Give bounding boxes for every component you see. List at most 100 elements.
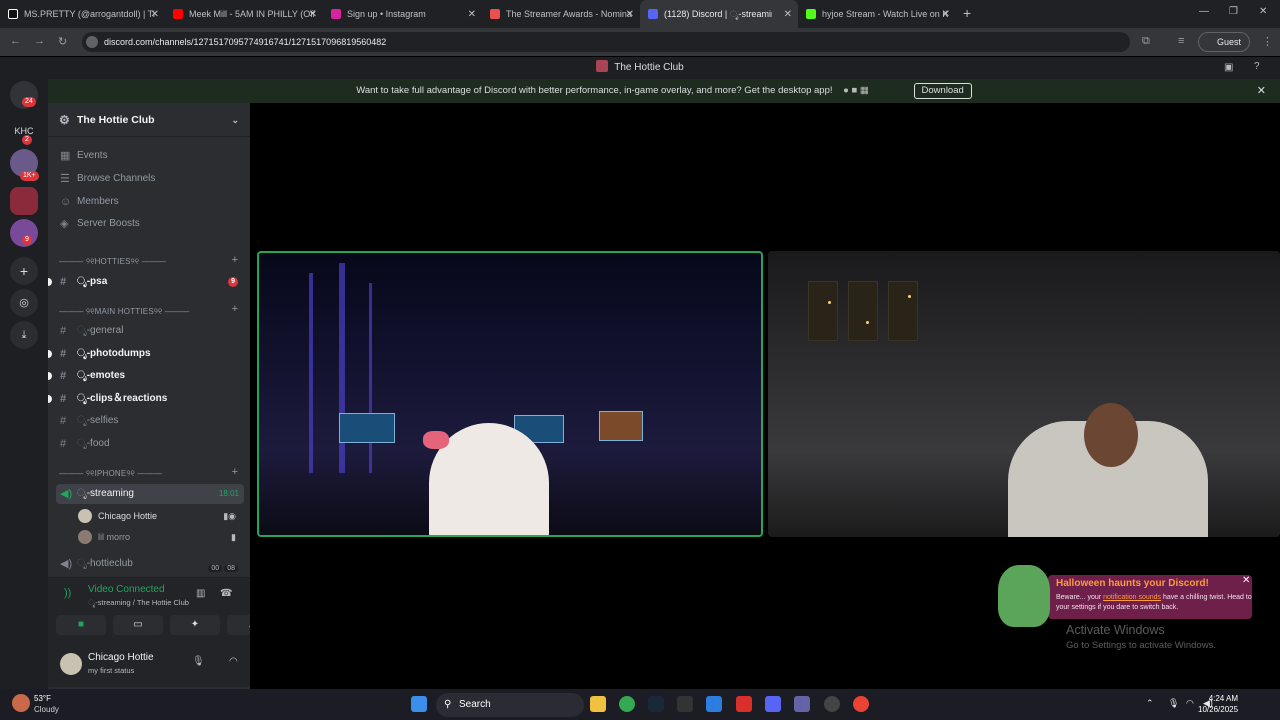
reload-icon[interactable]: ↻ — [58, 35, 67, 48]
add-channel-icon[interactable]: + — [232, 254, 238, 266]
screen-share-button[interactable]: ▭ — [113, 615, 163, 635]
taskbar-search[interactable]: ⚲ Search — [436, 693, 584, 717]
monitor — [339, 413, 395, 443]
browser-tab-active[interactable]: (1128) Discord | ೃ-streamin ✕ — [640, 0, 798, 28]
voice-user[interactable]: lil morro ▮ — [78, 528, 238, 546]
teams-icon[interactable] — [794, 696, 810, 712]
add-channel-icon[interactable]: + — [232, 466, 238, 478]
browser-tab[interactable]: Sign up • Instagram ✕ — [323, 0, 482, 28]
channel-general[interactable]: #ೃ-general — [56, 321, 244, 341]
minimize-icon[interactable]: — — [1199, 6, 1209, 17]
disconnect-icon[interactable]: ☎ — [220, 588, 232, 599]
voice-user[interactable]: Chicago Hottie ▮◉ — [78, 507, 238, 525]
avatar — [60, 653, 82, 675]
wifi-icon[interactable]: ◠ — [1186, 698, 1194, 709]
start-icon[interactable] — [411, 696, 427, 712]
channel-photodumps[interactable]: #ೃ-photodumps — [56, 344, 244, 364]
site-info-icon[interactable] — [86, 36, 98, 48]
discover-icon[interactable]: ◎ — [10, 289, 38, 317]
server-header[interactable]: ⚙ The Hottie Club ⌄ — [48, 103, 250, 137]
restore-icon[interactable]: ❐ — [1229, 6, 1238, 17]
channel-food[interactable]: #ೃ-food — [56, 434, 244, 454]
notification-sounds-link[interactable]: notification sounds — [1103, 594, 1161, 601]
app-icon[interactable] — [736, 696, 752, 712]
browser-tab[interactable]: hyjoe Stream - Watch Live on K ✕ — [798, 0, 956, 28]
close-tab-icon[interactable]: ✕ — [626, 9, 634, 20]
browser-tab[interactable]: Meek Mill - 5AM IN PHILLY (Offi ✕ — [165, 0, 323, 28]
menu-members[interactable]: ☺ Members — [56, 192, 244, 212]
close-tab-icon[interactable]: ✕ — [151, 9, 159, 20]
category-iphone[interactable]: ——— ୨୧IPHONE୨୧ ——— — [59, 469, 162, 479]
url-field[interactable]: discord.com/channels/1271517095774916741… — [82, 32, 1130, 52]
discord-taskbar-icon[interactable] — [765, 696, 781, 712]
category-hotties[interactable]: ——— ୨୧HOTTIES୨୧ ——— — [59, 257, 166, 267]
steam-icon[interactable] — [648, 696, 664, 712]
forward-icon[interactable]: → — [34, 35, 45, 47]
close-tab-icon[interactable]: ✕ — [309, 9, 317, 20]
camera-button[interactable]: ■ — [56, 615, 106, 635]
channel-emotes[interactable]: #ೃ-emotes — [56, 366, 244, 386]
weather-widget[interactable]: 53°F Cloudy — [12, 692, 92, 718]
voice-status[interactable]: Video Connected — [88, 584, 165, 595]
file-explorer-icon[interactable] — [590, 696, 606, 712]
person-in-hoodie — [1008, 403, 1208, 537]
channel-selfies[interactable]: #ೃ-selfies — [56, 411, 244, 431]
close-banner-icon[interactable]: ✕ — [1257, 79, 1266, 103]
channel-psa[interactable]: #ೃ-psa 9 — [56, 272, 244, 292]
boost-icon: ◈ — [60, 218, 69, 230]
server-icon-hottie-club[interactable] — [10, 187, 38, 215]
category-main-hotties[interactable]: ——— ୨୧MAIN HOTTIES୨୧ ——— — [59, 307, 189, 317]
browser-menu-icon[interactable]: ⋮ — [1262, 35, 1273, 48]
desktop-app-banner: Want to take full advantage of Discord w… — [48, 79, 1280, 103]
voice-channel-hottieclub[interactable]: ◀)ೃ-hottieclub 00 08 — [56, 554, 244, 574]
add-server-icon[interactable]: + — [10, 257, 38, 285]
download-button[interactable]: Download — [913, 83, 972, 99]
hash-icon: # — [60, 438, 67, 450]
tray-chevron-icon[interactable]: ⌃ — [1146, 698, 1154, 709]
taskbar: 53°F Cloudy ⚲ Search ⌃ 🎙 ◠ ◀) 4:24 AM 10… — [0, 689, 1280, 720]
chrome-active-icon[interactable] — [853, 696, 869, 712]
profile-guest-button[interactable]: Guest — [1198, 32, 1250, 52]
media-icon[interactable]: ≡ — [1178, 35, 1184, 47]
add-channel-icon[interactable]: + — [232, 303, 238, 315]
channel-clips-reactions[interactable]: #ೃ-clips＆reactions — [56, 389, 244, 409]
mic-tray-icon[interactable]: 🎙 — [1168, 698, 1179, 709]
menu-browse-channels[interactable]: ☰ Browse Channels — [56, 169, 244, 189]
epic-games-icon[interactable] — [677, 696, 693, 712]
monitor — [599, 411, 643, 441]
headphones-icon[interactable]: ◠ — [229, 656, 238, 667]
video-tile-speaking[interactable] — [257, 251, 763, 537]
activities-button[interactable]: ✦ — [170, 615, 220, 635]
voice-channel-streaming[interactable]: ◀)ೃ-streaming 18:01 — [56, 484, 244, 504]
voice-location[interactable]: ೃ-streaming / The Hottie Club — [88, 598, 189, 608]
new-tab-icon[interactable]: + — [963, 5, 971, 21]
menu-events[interactable]: ▦ Events — [56, 146, 244, 166]
settings-icon[interactable] — [824, 696, 840, 712]
help-icon[interactable]: ? — [1254, 61, 1260, 72]
bow — [423, 431, 449, 449]
microphone-icon[interactable]: 🎙 — [192, 656, 205, 667]
close-tab-icon[interactable]: ✕ — [942, 9, 950, 20]
video-tile[interactable] — [768, 251, 1280, 537]
voice-count: 00 08 — [206, 559, 238, 579]
close-toast-icon[interactable]: ✕ — [1242, 575, 1250, 586]
back-icon[interactable]: ← — [10, 35, 21, 47]
address-bar-row: ← → ↻ discord.com/channels/1271517095774… — [0, 28, 1280, 56]
window-close-icon[interactable]: ✕ — [1259, 6, 1267, 17]
browser-tab[interactable]: MS.PRETTY (@arrogantdoll) | Ti ✕ — [0, 0, 165, 28]
hash-icon: # — [60, 276, 67, 288]
menu-server-boosts[interactable]: ◈ Server Boosts — [56, 214, 244, 234]
server-icon — [596, 60, 609, 72]
browser-tab[interactable]: The Streamer Awards - Nominat ✕ — [482, 0, 640, 28]
chrome-icon[interactable] — [619, 696, 635, 712]
download-apps-icon[interactable]: ⤓ — [10, 321, 38, 349]
cast-icon[interactable]: ⧉ — [1142, 35, 1150, 48]
close-tab-icon[interactable]: ✕ — [784, 9, 792, 20]
noise-suppression-icon[interactable]: ▥ — [196, 588, 205, 599]
clock[interactable]: 4:24 AM 10/26/2025 — [1198, 693, 1238, 715]
close-tab-icon[interactable]: ✕ — [468, 9, 476, 20]
video-stage: Halloween haunts your Discord! Beware...… — [250, 103, 1280, 689]
app-icon[interactable] — [706, 696, 722, 712]
channel-sidebar: ⚙ The Hottie Club ⌄ ▦ Events ☰ Browse Chan… — [48, 103, 298, 689]
inbox-icon[interactable]: ▣ — [1224, 62, 1233, 73]
